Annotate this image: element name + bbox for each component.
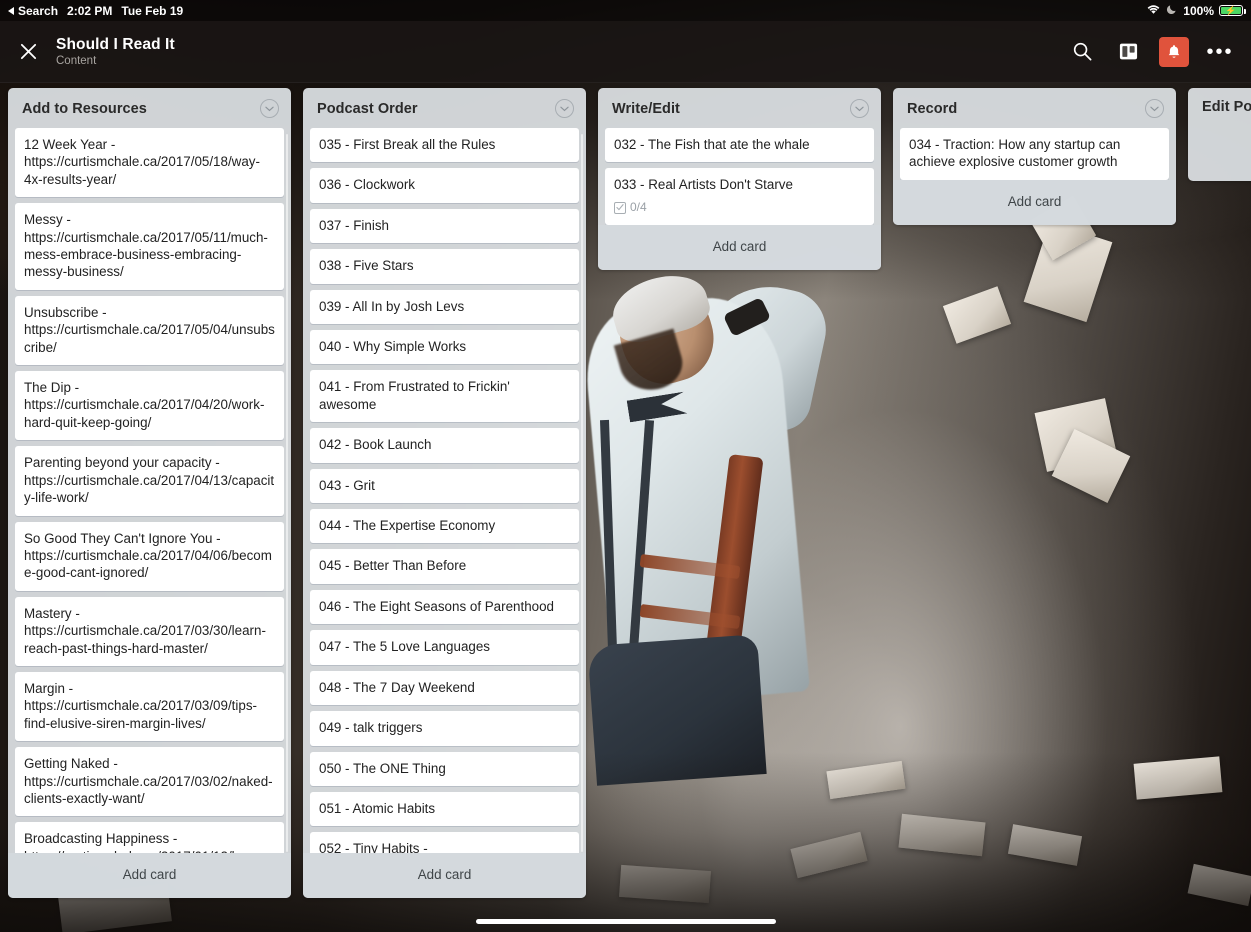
checklist-count: 0/4 (630, 199, 647, 214)
list-cards[interactable]: 032 - The Fish that ate the whale 033 - … (598, 128, 881, 226)
add-card-button[interactable]: Add card (303, 853, 586, 898)
card[interactable]: 042 - Book Launch (310, 428, 579, 463)
card[interactable]: 050 - The ONE Thing (310, 751, 579, 786)
board-title-block[interactable]: Should I Read It Content (56, 36, 175, 67)
chevron-down-circle-icon[interactable] (260, 99, 279, 118)
add-card-button[interactable]: Add card (893, 179, 1176, 225)
card[interactable]: 048 - The 7 Day Weekend (310, 670, 579, 706)
list-header[interactable]: Write/Edit (598, 88, 881, 128)
card[interactable]: 052 - Tiny Habits - https://curtismchale… (310, 832, 579, 853)
card[interactable]: 035 - First Break all the Rules (310, 128, 579, 163)
list-record[interactable]: Record 034 - Traction: How any startup c… (893, 88, 1176, 225)
status-back-to-search[interactable]: Search (8, 4, 58, 18)
app-header-bar: Should I Read It Content ••• (0, 21, 1251, 83)
trello-board-screen: Search 2:02 PM Tue Feb 19 100% ⚡ Should … (0, 0, 1251, 932)
list-title: Podcast Order (317, 100, 418, 117)
card[interactable]: 046 - The Eight Seasons of Parenthood (310, 589, 579, 625)
card[interactable]: 034 - Traction: How any startup can achi… (900, 128, 1169, 180)
notifications-bell-icon[interactable] (1159, 36, 1189, 67)
board-name: Should I Read It (56, 36, 175, 53)
list-cards[interactable]: 035 - First Break all the Rules 036 - Cl… (303, 128, 586, 853)
card-title: 033 - Real Artists Don't Starve (614, 177, 793, 193)
chevron-down-circle-icon[interactable] (1145, 99, 1164, 118)
status-date: Tue Feb 19 (121, 3, 184, 18)
card[interactable]: 039 - All In by Josh Levs (310, 289, 579, 325)
list-write-edit[interactable]: Write/Edit 032 - The Fish that ate the w… (598, 88, 881, 271)
add-card-button[interactable]: Add card (598, 225, 881, 271)
battery-percent-label: 100% (1183, 3, 1214, 18)
list-title: Edit Po (1202, 99, 1251, 115)
chevron-down-circle-icon[interactable] (555, 99, 574, 118)
ios-status-bar: Search 2:02 PM Tue Feb 19 100% ⚡ (0, 0, 1251, 21)
list-add-to-resources[interactable]: Add to Resources 12 Week Year - https://… (8, 88, 291, 898)
back-arrow-icon (8, 6, 14, 15)
status-time: 2:02 PM (67, 3, 113, 18)
card[interactable]: 036 - Clockwork (310, 168, 579, 203)
list-title: Record (907, 100, 958, 117)
card[interactable]: 047 - The 5 Love Languages (310, 630, 579, 665)
card[interactable]: 040 - Why Simple Works (310, 330, 579, 365)
list-scrollbar[interactable] (286, 134, 288, 852)
list-header[interactable]: Edit Po (1188, 88, 1251, 125)
add-card-button[interactable]: Add card (8, 853, 291, 898)
list-scrollbar[interactable] (581, 134, 583, 852)
chevron-down-circle-icon[interactable] (850, 99, 869, 118)
status-back-label: Search (18, 3, 59, 18)
board-lists-container[interactable]: Add to Resources 12 Week Year - https://… (0, 83, 1251, 912)
card[interactable]: 12 Week Year - https://curtismchale.ca/2… (15, 128, 284, 198)
card[interactable]: Parenting beyond your capacity - https:/… (15, 446, 284, 516)
list-title: Write/Edit (612, 100, 680, 117)
list-header[interactable]: Add to Resources (8, 88, 291, 128)
card[interactable]: 041 - From Frustrated to Frickin' awesom… (310, 370, 579, 423)
card[interactable]: Getting Naked - https://curtismchale.ca/… (15, 747, 284, 817)
app-header-actions: ••• (1067, 36, 1251, 67)
card[interactable]: Unsubscribe - https://curtismchale.ca/20… (15, 295, 284, 366)
list-title: Add to Resources (22, 100, 147, 117)
battery-icon: ⚡ (1219, 5, 1246, 16)
search-icon[interactable] (1067, 37, 1097, 67)
card[interactable]: 045 - Better Than Before (310, 549, 579, 584)
list-podcast-order[interactable]: Podcast Order 035 - First Break all the … (303, 88, 586, 898)
card[interactable]: Mastery - https://curtismchale.ca/2017/0… (15, 596, 284, 666)
board-subtitle: Content (56, 55, 97, 67)
card-checklist-badge: 0/4 (614, 199, 865, 216)
list-edit-podcast[interactable]: Edit Po (1188, 88, 1251, 181)
card[interactable]: So Good They Can't Ignore You - https://… (15, 521, 284, 591)
card[interactable]: 033 - Real Artists Don't Starve 0/4 (605, 168, 874, 226)
list-header[interactable]: Podcast Order (303, 88, 586, 128)
more-options-icon[interactable]: ••• (1205, 37, 1235, 67)
list-header[interactable]: Record (893, 88, 1176, 128)
card[interactable]: 044 - The Expertise Economy (310, 509, 579, 544)
card[interactable]: Messy - https://curtismchale.ca/2017/05/… (15, 203, 284, 290)
list-cards[interactable]: 12 Week Year - https://curtismchale.ca/2… (8, 128, 291, 853)
home-indicator (475, 919, 776, 924)
card[interactable]: 037 - Finish (310, 208, 579, 244)
close-board-button[interactable] (0, 21, 56, 83)
checklist-icon (614, 201, 626, 214)
card[interactable]: 043 - Grit (310, 468, 579, 504)
card[interactable]: 049 - talk triggers (310, 711, 579, 746)
wifi-icon (1146, 4, 1161, 18)
list-cards[interactable]: 034 - Traction: How any startup can achi… (893, 128, 1176, 180)
card[interactable]: 032 - The Fish that ate the whale (605, 128, 874, 163)
moon-icon (1166, 3, 1178, 18)
card[interactable]: The Dip - https://curtismchale.ca/2017/0… (15, 371, 284, 441)
boards-icon[interactable] (1113, 37, 1143, 67)
card[interactable]: Broadcasting Happiness - https://curtism… (15, 822, 284, 853)
card[interactable]: Margin - https://curtismchale.ca/2017/03… (15, 671, 284, 742)
card[interactable]: 051 - Atomic Habits (310, 791, 579, 827)
card[interactable]: 038 - Five Stars (310, 249, 579, 284)
